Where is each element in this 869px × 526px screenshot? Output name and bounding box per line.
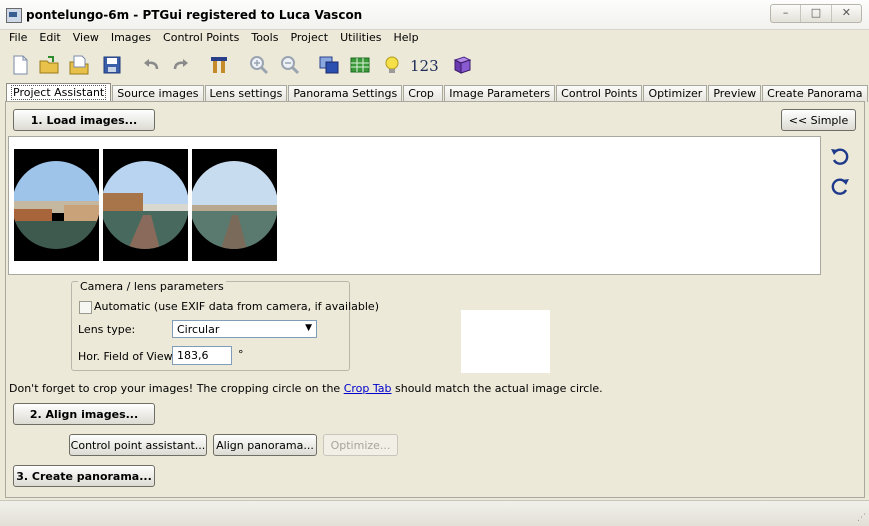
hfov-input[interactable]: 183,6 xyxy=(172,346,232,365)
align-images-button[interactable]: 2. Align images... xyxy=(13,403,155,425)
camera-lens-group-title: Camera / lens parameters xyxy=(78,280,226,293)
numbers-icon[interactable]: 123 xyxy=(410,57,439,75)
menu-utilities[interactable]: Utilities xyxy=(334,29,387,47)
crop-note: Don't forget to crop your images! The cr… xyxy=(9,382,603,395)
lens-type-select[interactable]: Circular ▼ xyxy=(172,320,317,338)
tab-create-panorama[interactable]: Create Panorama xyxy=(762,85,868,102)
rotate-counterclockwise-icon[interactable] xyxy=(829,145,851,167)
tab-crop[interactable]: Crop xyxy=(403,85,444,102)
menu-project[interactable]: Project xyxy=(284,29,334,47)
maximize-button[interactable]: □ xyxy=(801,5,832,22)
app-icon[interactable] xyxy=(6,8,22,23)
tab-preview[interactable]: Preview xyxy=(708,85,762,102)
menu-tools[interactable]: Tools xyxy=(245,29,284,47)
thumbnail-image-2[interactable] xyxy=(103,149,188,261)
load-images-button[interactable]: 1. Load images... xyxy=(13,109,155,131)
automatic-exif-label: Automatic (use EXIF data from camera, if… xyxy=(94,300,379,313)
tab-control-points[interactable]: Control Points xyxy=(556,85,643,102)
open-folder-icon[interactable] xyxy=(38,54,60,76)
redo-icon[interactable] xyxy=(170,54,192,76)
menu-help[interactable]: Help xyxy=(388,29,425,47)
menu-edit[interactable]: Edit xyxy=(33,29,66,47)
open-recent-icon[interactable] xyxy=(68,54,90,76)
window-controls: – □ ✕ xyxy=(770,4,862,23)
crop-tab-link[interactable]: Crop Tab xyxy=(344,382,392,395)
control-point-assistant-button[interactable]: Control point assistant... xyxy=(69,434,207,456)
tab-source-images[interactable]: Source images xyxy=(112,85,204,102)
automatic-exif-checkbox[interactable] xyxy=(79,301,92,314)
table-icon[interactable] xyxy=(349,54,371,76)
zoom-out-icon[interactable] xyxy=(279,54,301,76)
tab-strip: Project Assistant Source images Lens set… xyxy=(6,83,869,102)
new-file-icon[interactable] xyxy=(9,54,31,76)
align-panorama-button[interactable]: Align panorama... xyxy=(213,434,317,456)
info-box xyxy=(461,310,550,373)
thumbnail-image-3[interactable] xyxy=(192,149,277,261)
lens-type-label: Lens type: xyxy=(78,323,136,336)
menu-view[interactable]: View xyxy=(67,29,105,47)
menu-file[interactable]: File xyxy=(0,29,33,47)
menu-images[interactable]: Images xyxy=(105,29,157,47)
tab-lens-settings[interactable]: Lens settings xyxy=(204,85,288,102)
optimize-button: Optimize... xyxy=(323,434,398,456)
save-disk-icon[interactable] xyxy=(101,54,123,76)
tab-project-assistant[interactable]: Project Assistant xyxy=(6,83,112,102)
lightbulb-icon[interactable] xyxy=(381,54,403,76)
image-thumbnails-area[interactable] xyxy=(8,136,821,275)
rotate-clockwise-icon[interactable] xyxy=(829,175,851,197)
book-icon[interactable] xyxy=(451,54,473,76)
panorama-editor-icon[interactable] xyxy=(318,54,340,76)
tab-panorama-settings[interactable]: Panorama Settings xyxy=(288,85,403,102)
title-bar: pontelungo-6m - PTGui registered to Luca… xyxy=(0,0,869,30)
minimize-button[interactable]: – xyxy=(771,5,802,22)
window-title: pontelungo-6m - PTGui registered to Luca… xyxy=(26,8,363,22)
tools-icon[interactable] xyxy=(208,54,230,76)
menu-control-points[interactable]: Control Points xyxy=(157,29,245,47)
toolbar: 123 xyxy=(0,48,869,82)
menu-bar: File Edit View Images Control Points Too… xyxy=(0,29,869,47)
thumbnail-image-1[interactable] xyxy=(14,149,99,261)
close-button[interactable]: ✕ xyxy=(832,5,861,22)
hfov-unit: ° xyxy=(238,348,244,361)
lens-type-value: Circular xyxy=(177,323,220,336)
tab-image-parameters[interactable]: Image Parameters xyxy=(444,85,556,102)
status-bar: ⋰ xyxy=(0,500,869,526)
create-panorama-button[interactable]: 3. Create panorama... xyxy=(13,465,155,487)
chevron-down-icon: ▼ xyxy=(305,323,312,333)
resize-grip-icon[interactable]: ⋰ xyxy=(857,513,866,523)
hfov-label: Hor. Field of View: xyxy=(78,350,176,363)
tab-optimizer[interactable]: Optimizer xyxy=(643,85,708,102)
simple-mode-button[interactable]: << Simple xyxy=(781,109,856,131)
zoom-in-icon[interactable] xyxy=(248,54,270,76)
undo-icon[interactable] xyxy=(140,54,162,76)
